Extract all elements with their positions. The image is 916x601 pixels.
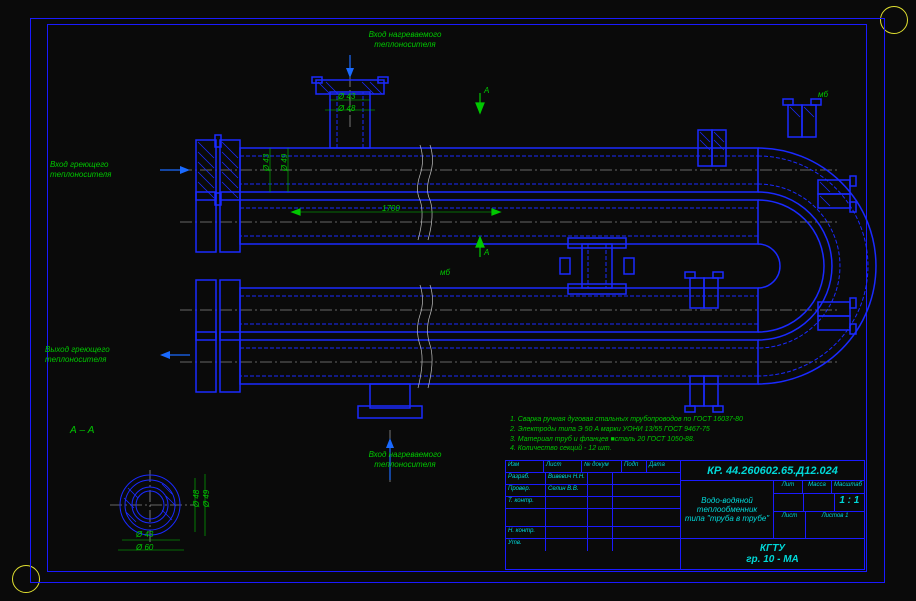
sec-dim-d49: Ø 49 <box>202 490 211 507</box>
meta-scale-val: 1 : 1 <box>835 494 864 511</box>
section-marker-a-top: А <box>484 86 489 95</box>
title-block-left: Изм Лист № докум Подп Дата Разраб. Вивев… <box>506 461 681 569</box>
technical-notes: 1. Сварка ручная дуговая стальных трубоп… <box>510 415 865 454</box>
meta-massa: Масса <box>803 481 832 493</box>
bolt-marker-1: мб <box>440 268 450 277</box>
meta-lit: Лит <box>774 481 803 493</box>
doc-description: Водо-водяной теплообменник типа "труба в… <box>681 481 774 538</box>
sec-dim-d48: Ø 48 <box>192 490 201 507</box>
tb-hdr-data: Дата <box>647 461 675 472</box>
note-3: 3. Материал труб и фланцев ■сталь 20 ГОС… <box>510 435 865 445</box>
doc-number: КР. 44.260602.65.Д12.024 <box>681 461 864 481</box>
tb-hdr-izm: Изм <box>506 461 544 472</box>
label-input-heating-left: Вход греющего теплоносителя <box>50 160 160 179</box>
bolt-marker-2: мб <box>818 90 828 99</box>
label-input-heated-bottom: Вход нагреваемого теплоносителя <box>345 450 465 469</box>
dim-d48-top: Ø 48 <box>338 104 355 113</box>
tb-prover-label: Провер. <box>506 485 546 496</box>
tb-utv-label: Утв. <box>506 539 546 551</box>
tb-hdr-list: Лист <box>544 461 582 472</box>
note-2: 2. Электроды типа Э 50 А марки УОНИ 13/5… <box>510 425 865 435</box>
doc-desc-1: Водо-водяной теплообменник <box>683 496 771 514</box>
title-block-right: КР. 44.260602.65.Д12.024 Водо-водяной те… <box>681 461 864 569</box>
dim-d43-v: Ø 43 <box>262 154 271 171</box>
tb-razrab-name: Вивевич Н.Н. <box>546 473 588 484</box>
org-group: гр. 10 - МА <box>746 554 799 565</box>
note-4: 4. Количество секций - 12 шт. <box>510 444 865 454</box>
tb-prover-name: Селин В.В. <box>546 485 588 496</box>
dim-d49-v: Ø 49 <box>280 154 289 171</box>
org-block: КГТУ гр. 10 - МА <box>681 539 864 569</box>
note-1: 1. Сварка ручная дуговая стальных трубоп… <box>510 415 865 425</box>
meta-listov: Листов 1 <box>806 512 864 538</box>
org-name: КГТУ <box>760 543 785 554</box>
tb-hdr-ndokum: № докум <box>582 461 622 472</box>
sec-dim-d43: Ø 43 <box>136 530 153 539</box>
tb-razrab-label: Разраб. <box>506 473 546 484</box>
meta-mashtab: Масштаб <box>832 481 864 493</box>
tb-tkontr-label: Т. контр. <box>506 497 546 508</box>
dim-1700: 1700 <box>382 204 400 213</box>
meta-list: Лист <box>774 512 806 538</box>
sec-dim-d60: Ø 60 <box>136 543 153 552</box>
label-output-heating-left: Выход греющего теплоносителя <box>45 345 160 364</box>
doc-desc-2: типа "труба в трубе" <box>685 514 769 523</box>
tb-nkontr-label: Н. контр. <box>506 527 546 538</box>
dim-d43-top: Ø 43 <box>338 92 355 101</box>
tb-hdr-podp: Подп <box>622 461 647 472</box>
section-marker-a-bot: А <box>484 248 489 257</box>
title-block: Изм Лист № докум Подп Дата Разраб. Вивев… <box>505 460 865 570</box>
label-input-heated-top: Вход нагреваемого теплоносителя <box>345 30 465 49</box>
section-a-a-label: А – А <box>70 425 94 437</box>
